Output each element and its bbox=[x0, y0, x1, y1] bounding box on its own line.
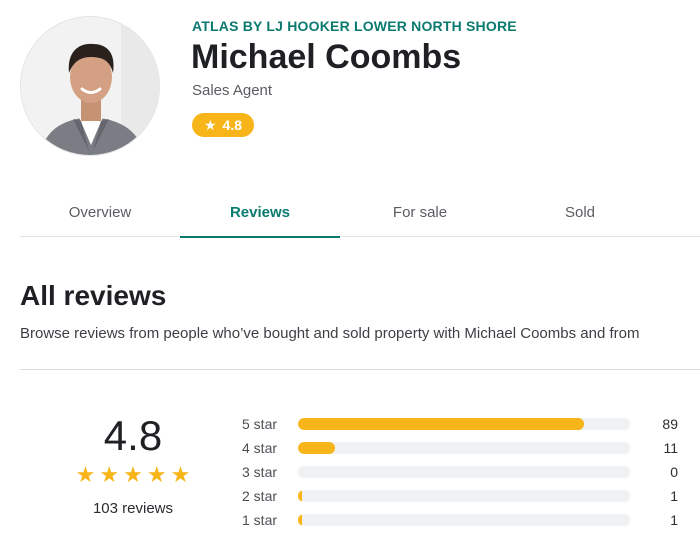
star-icon: ★ bbox=[99, 462, 120, 487]
agent-name: Michael Coombs bbox=[191, 38, 462, 76]
rating-bar-track bbox=[298, 466, 630, 478]
reviews-description: Browse reviews from people who’ve bought… bbox=[20, 325, 640, 342]
section-divider bbox=[20, 369, 700, 370]
rating-row-count: 1 bbox=[670, 512, 678, 528]
tab-for-sale[interactable]: For sale bbox=[340, 192, 500, 237]
profile-tabs: Overview Reviews For sale Sold bbox=[20, 192, 700, 238]
rating-bar-track bbox=[298, 490, 630, 502]
average-stars: ★ ★ ★ ★ ★ bbox=[68, 464, 198, 486]
rating-row-1[interactable]: 1 star 1 bbox=[242, 508, 682, 532]
star-icon: ★ bbox=[146, 462, 167, 487]
rating-badge-value: 4.8 bbox=[222, 117, 243, 133]
rating-bar-fill bbox=[298, 418, 584, 430]
rating-badge: ★ 4.8 bbox=[192, 113, 254, 137]
rating-row-label: 5 star bbox=[242, 416, 278, 432]
review-count: 103 reviews bbox=[92, 500, 174, 517]
rating-bar-fill bbox=[298, 514, 302, 526]
rating-breakdown: 5 star 89 4 star 11 3 star 0 2 star 1 1 … bbox=[242, 412, 682, 532]
rating-row-count: 89 bbox=[662, 416, 678, 432]
rating-row-4[interactable]: 4 star 11 bbox=[242, 436, 682, 460]
rating-row-count: 1 bbox=[670, 488, 678, 504]
rating-row-label: 4 star bbox=[242, 440, 278, 456]
agency-name[interactable]: ATLAS BY LJ HOOKER LOWER NORTH SHORE bbox=[192, 18, 517, 34]
star-icon: ★ bbox=[203, 117, 217, 133]
rating-row-5[interactable]: 5 star 89 bbox=[242, 412, 682, 436]
rating-bar-track bbox=[298, 514, 630, 526]
agent-role: Sales Agent bbox=[192, 82, 273, 99]
rating-row-label: 3 star bbox=[242, 464, 278, 480]
rating-bar-fill bbox=[298, 442, 335, 454]
average-rating: 4.8 bbox=[103, 412, 163, 459]
rating-row-count: 11 bbox=[663, 440, 678, 456]
reviews-heading: All reviews bbox=[20, 280, 167, 311]
star-icon: ★ bbox=[75, 462, 96, 487]
rating-bar-track bbox=[298, 442, 630, 454]
rating-row-label: 1 star bbox=[242, 512, 278, 528]
tab-sold[interactable]: Sold bbox=[500, 192, 660, 237]
rating-bar-fill bbox=[298, 490, 302, 502]
rating-row-2[interactable]: 2 star 1 bbox=[242, 484, 682, 508]
rating-bar-track bbox=[298, 418, 630, 430]
tab-overview[interactable]: Overview bbox=[20, 192, 180, 237]
rating-row-3[interactable]: 3 star 0 bbox=[242, 460, 682, 484]
agent-photo bbox=[21, 17, 159, 155]
star-icon: ★ bbox=[170, 462, 191, 487]
agent-avatar bbox=[20, 16, 160, 156]
tab-reviews[interactable]: Reviews bbox=[180, 192, 340, 238]
rating-row-count: 0 bbox=[670, 464, 678, 480]
rating-row-label: 2 star bbox=[242, 488, 278, 504]
star-icon: ★ bbox=[123, 462, 143, 487]
